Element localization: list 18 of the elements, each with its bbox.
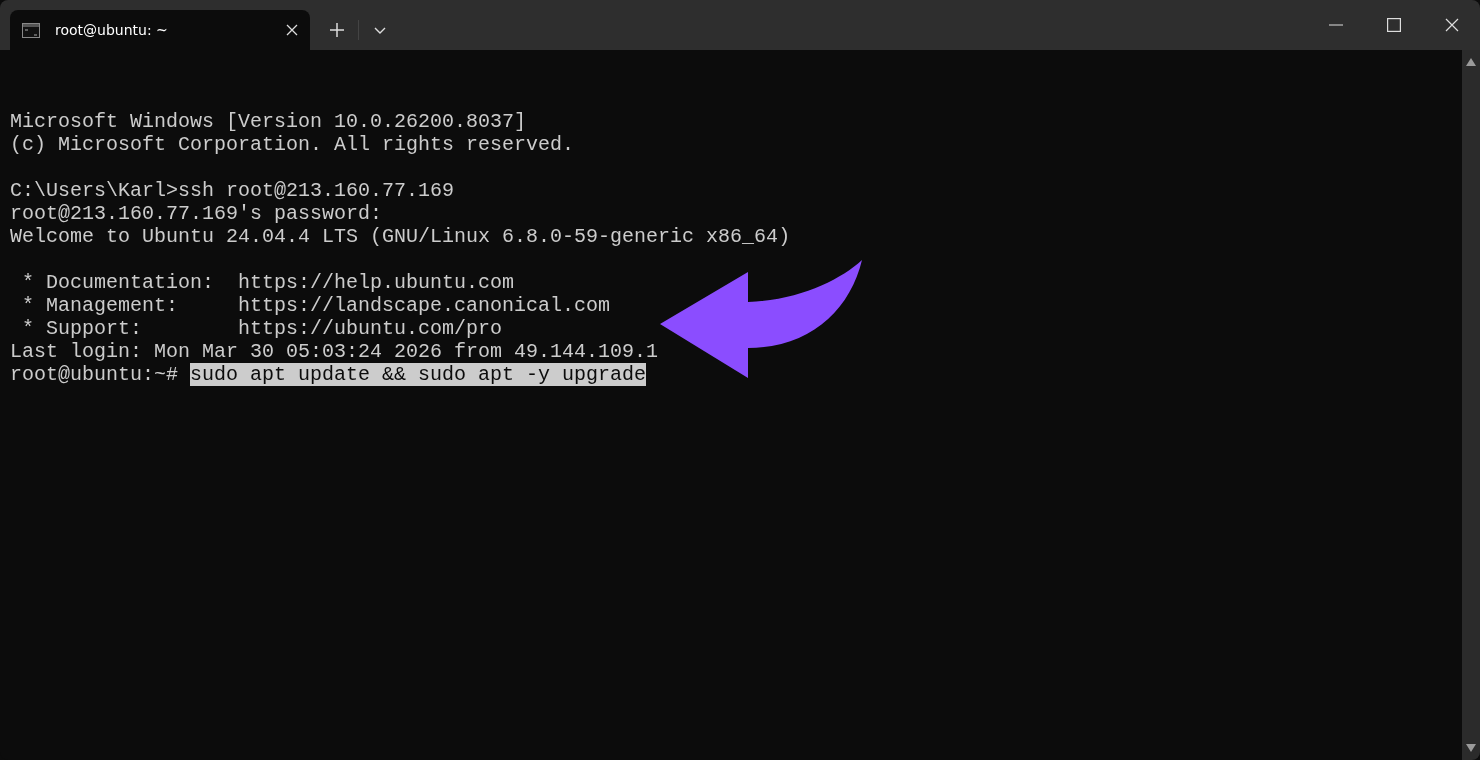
scrollbar[interactable] <box>1462 50 1480 760</box>
close-tab-icon[interactable] <box>286 24 298 36</box>
terminal-line: (c) Microsoft Corporation. All rights reserved. <box>10 133 575 156</box>
tab[interactable]: root@ubuntu: ~ <box>10 10 310 50</box>
command-text: sudo apt update && sudo apt -y upgrade <box>190 363 647 386</box>
terminal-line: Welcome to Ubuntu 24.04.4 LTS (GNU/Linux 6.8.0-59-generic x86_64) <box>10 225 791 248</box>
prompt-text: root@ubuntu:~# <box>10 363 180 386</box>
scroll-down-icon[interactable] <box>1466 744 1476 752</box>
tab-title: root@ubuntu: ~ <box>55 20 169 40</box>
terminal-line: C:\Users\Karl>ssh root@213.160.77.169 <box>10 179 455 202</box>
terminal-line: Microsoft Windows [Version 10.0.26200.8037] <box>10 110 527 133</box>
terminal-line: * Support: https://ubuntu.com/pro <box>21 317 503 340</box>
terminal-line: root@213.160.77.169's password: <box>10 202 383 225</box>
terminal-line: Last login: Mon Mar 30 05:03:24 2026 from 49.144.109.1 <box>10 340 659 363</box>
terminal-icon <box>22 22 40 38</box>
scroll-up-icon[interactable] <box>1466 58 1476 66</box>
terminal-line: * Management: https://landscape.canonical.com <box>21 294 611 317</box>
terminal-line: * Documentation: https://help.ubuntu.com <box>21 271 515 294</box>
